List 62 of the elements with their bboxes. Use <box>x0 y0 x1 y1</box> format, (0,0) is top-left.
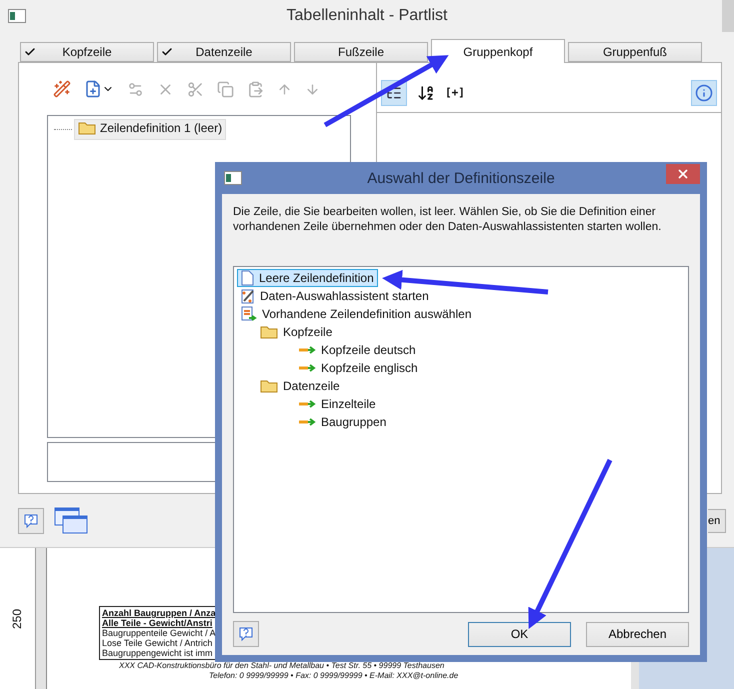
arrow-icon <box>298 417 316 427</box>
help-icon <box>23 512 39 528</box>
sort-az-icon[interactable] <box>417 84 435 102</box>
report-text: Alle Teile - Gewicht/Anstri <box>102 618 214 628</box>
tree-item[interactable]: Einzelteile <box>294 395 380 413</box>
windows-icon[interactable] <box>54 506 88 534</box>
move-down-icon[interactable] <box>305 82 320 96</box>
report-text: Anzahl Baugruppen / Anza <box>102 608 214 618</box>
tab[interactable]: Gruppenkopf <box>431 39 565 63</box>
footer-text: XXX CAD-Konstruktionsbüro für den Stahl- und Metallbau • Test Str. 55 • 99999 Testhausen <box>119 661 446 670</box>
move-up-icon[interactable] <box>277 82 292 96</box>
tree-item[interactable]: Vorhandene Zeilendefinition auswählen <box>237 305 476 323</box>
properties-icon[interactable] <box>127 80 144 98</box>
folder-icon <box>78 121 96 135</box>
app-icon <box>8 9 26 23</box>
wand-icon <box>241 288 255 304</box>
new-page-icon[interactable] <box>84 80 114 98</box>
arrow-icon <box>298 345 316 355</box>
document-arrow-icon <box>241 306 257 322</box>
footer-text: Telefon: 0 9999/99999 • Fax: 0 9999/99999 • E-Mail: XXX@t-online.de <box>209 671 460 680</box>
ok-button[interactable]: OK <box>468 622 571 646</box>
tab[interactable]: Fußzeile <box>294 42 428 62</box>
tab[interactable]: Gruppenfuß <box>568 42 702 62</box>
tree-item[interactable]: Kopfzeile <box>256 323 336 341</box>
wand-icon[interactable] <box>53 80 71 98</box>
ruler-label: 250 <box>10 608 24 629</box>
expand-all-button[interactable]: [+] <box>445 86 465 99</box>
close-icon <box>676 167 690 181</box>
tree-item[interactable]: Kopfzeile englisch <box>294 359 422 377</box>
dialog-message: Die Zeile, die Sie bearbeiten wollen, ist leer. Wählen Sie, ob Sie die Definition einer vorhandenen Zeile übernehmen oder den Daten-Auswahlassistenten starten wollen. <box>233 205 662 235</box>
paste-icon[interactable] <box>247 80 264 98</box>
report-text: Lose Teile Gewicht / Antrich <box>102 638 214 648</box>
cut-icon[interactable] <box>187 80 204 98</box>
tree-item[interactable]: Datenzeile <box>256 377 344 395</box>
check-icon <box>161 46 173 58</box>
tree-item[interactable]: Daten-Auswahlassistent starten <box>237 287 433 305</box>
help-button[interactable] <box>18 508 44 534</box>
dialog-title: Auswahl der Definitionszeile <box>367 170 555 186</box>
tab[interactable]: Kopfzeile <box>20 42 154 62</box>
dialog-button[interactable]: en <box>708 508 726 532</box>
folder-icon <box>260 379 278 393</box>
info-icon[interactable] <box>691 80 717 106</box>
tree-item[interactable]: Kopfzeile deutsch <box>294 341 420 359</box>
arrow-icon <box>298 363 316 373</box>
cancel-button[interactable]: Abbrechen <box>586 622 689 646</box>
folder-icon <box>260 325 278 339</box>
help-button[interactable] <box>233 621 259 647</box>
tree-item[interactable]: Zeilendefinition 1 (leer) <box>74 119 226 140</box>
scrollbar[interactable] <box>722 0 734 32</box>
help-icon <box>238 626 254 642</box>
tree-item[interactable]: Leere Zeilendefinition <box>237 269 378 287</box>
close-button[interactable] <box>666 164 700 184</box>
check-icon <box>24 46 36 58</box>
page-icon <box>241 270 254 286</box>
arrow-icon <box>298 399 316 409</box>
tab[interactable]: Datenzeile <box>157 42 291 62</box>
window-title: Tabelleninhalt - Partlist <box>286 7 448 25</box>
report-text: Baugruppenteile Gewicht / A <box>102 628 214 638</box>
copy-icon[interactable] <box>217 80 234 98</box>
app-icon <box>224 171 242 185</box>
report-text: Baugruppengewicht ist imm <box>102 648 214 658</box>
tree-item[interactable]: Baugruppen <box>294 413 390 431</box>
